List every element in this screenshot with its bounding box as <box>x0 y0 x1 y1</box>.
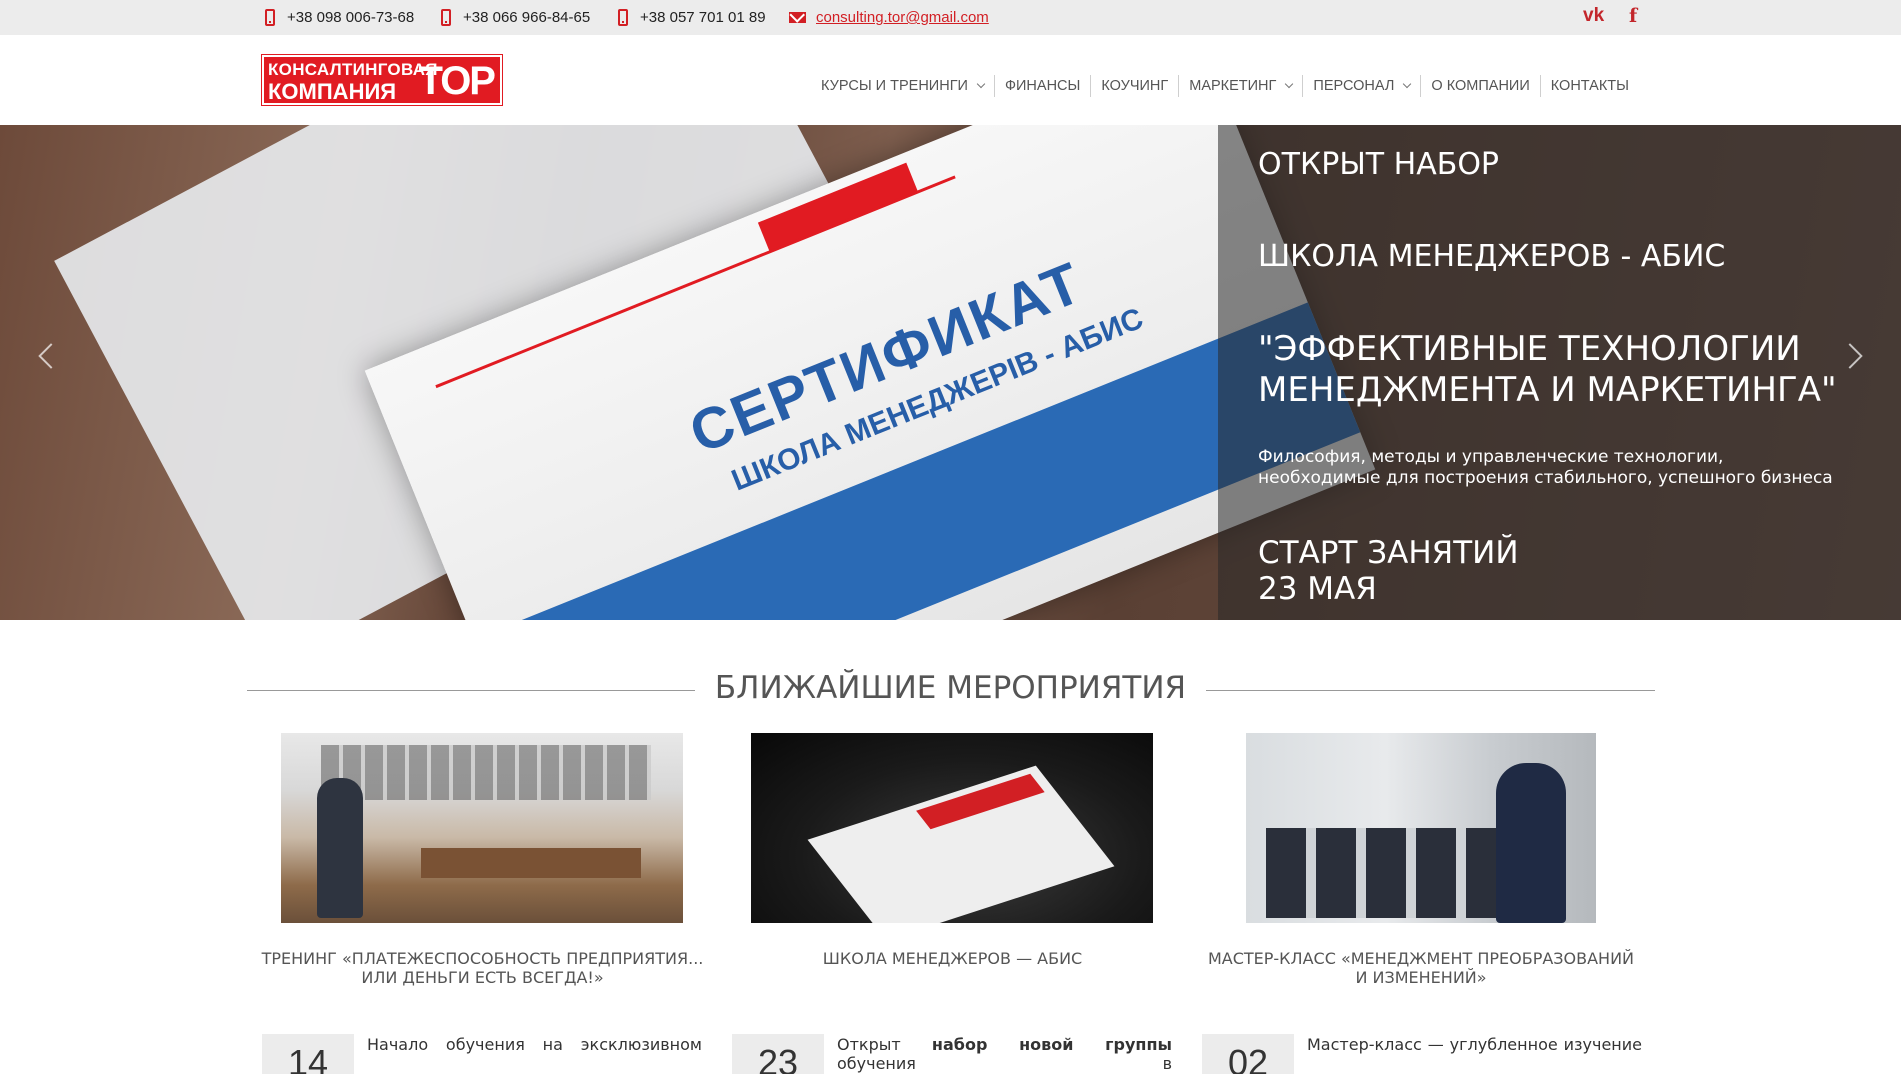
hero-start-line-2: 23 МАЯ <box>1258 571 1377 607</box>
event-1-title[interactable]: ТРЕНИНГ «ПЛАТЕЖЕСПОСОБНОСТЬ ПРЕДПРИЯТИЯ.… <box>255 949 710 987</box>
logo-line-2: КОМПАНИЯ <box>268 79 397 104</box>
nav-coaching[interactable]: КОУЧИНГ <box>1091 78 1178 94</box>
logo-brand: TOP <box>418 59 496 103</box>
event-2-excerpt: Открыт набор новой группы обучения в <box>837 1035 1172 1073</box>
nav-personnel-label: ПЕРСОНАЛ <box>1313 78 1395 94</box>
event-2-title-line-1: ШКОЛА МЕНЕДЖЕРОВ — АБИС <box>822 949 1083 968</box>
hero-course-line-1: "ЭФФЕКТИВНЫЕ ТЕХНОЛОГИИ <box>1258 329 1801 369</box>
slider-prev-arrow-icon[interactable] <box>38 343 64 369</box>
phone-icon <box>441 9 451 26</box>
event-2-excerpt-pre: Открыт <box>837 1035 932 1054</box>
phone-1[interactable]: +38 098 006-73-68 <box>265 9 414 26</box>
event-3-excerpt: Мастер-класс — углубленное изучение <box>1307 1035 1642 1054</box>
title-rule-right <box>1202 690 1655 691</box>
envelope-icon <box>789 12 806 23</box>
chevron-down-icon <box>1285 79 1294 89</box>
nav-about[interactable]: О КОМПАНИИ <box>1421 78 1539 94</box>
hero-start-line-1: СТАРТ ЗАНЯТИЙ <box>1258 535 1519 571</box>
hero-slider: СЕРТИФИКАТ ШКОЛА МЕНЕДЖЕРІВ - АБИС ОТКРЫ… <box>0 125 1901 620</box>
event-3-image[interactable] <box>1246 733 1596 923</box>
phone-3[interactable]: +38 057 701 01 89 <box>618 9 766 26</box>
phone-icon <box>265 9 275 26</box>
event-3-photo-speaker <box>1496 763 1566 923</box>
hero-heading-open: ОТКРЫТ НАБОР <box>1258 147 1500 182</box>
nav-personnel[interactable]: ПЕРСОНАЛ <box>1303 78 1420 94</box>
event-2-image[interactable] <box>751 733 1153 923</box>
event-1-title-line-2: ИЛИ ДЕНЬГИ ЕСТЬ ВСЕГДА!» <box>361 968 604 987</box>
hero-description: Философия, методы и управленческие техно… <box>1258 447 1858 489</box>
phone-1-text: +38 098 006-73-68 <box>287 9 415 26</box>
event-3-title-line-1: МАСТЕР-КЛАСС «МЕНЕДЖМЕНТ ПРЕОБРАЗОВАНИЙ <box>1207 949 1635 968</box>
hero-start-date: СТАРТ ЗАНЯТИЙ 23 МАЯ <box>1258 535 1519 607</box>
event-1-photo-desk <box>421 848 641 878</box>
hero-course-line-2: МЕНЕДЖМЕНТА И МАРКЕТИНГА" <box>1258 370 1837 410</box>
hero-heading-course: "ЭФФЕКТИВНЫЕ ТЕХНОЛОГИИ МЕНЕДЖМЕНТА И МА… <box>1258 329 1858 411</box>
chevron-down-icon <box>976 79 986 89</box>
event-2-excerpt-bold: набор новой группы <box>931 1035 1172 1054</box>
email-contact: consulting.tor@gmail.com <box>789 9 989 26</box>
nav-contacts[interactable]: КОНТАКТЫ <box>1541 78 1639 94</box>
nav-marketing-label: МАРКЕТИНГ <box>1189 78 1277 94</box>
facebook-icon[interactable]: f <box>1629 5 1637 27</box>
event-1-photo-wall <box>321 745 651 800</box>
event-2-photo-notebook <box>807 765 1115 923</box>
logo-line-1: КОНСАЛТИНГОВАЯ <box>268 60 438 79</box>
event-2-excerpt-post: обучения в <box>837 1054 1172 1073</box>
phone-3-text: +38 057 701 01 89 <box>640 9 766 26</box>
nav-coaching-label: КОУЧИНГ <box>1101 78 1169 94</box>
chevron-down-icon <box>1403 79 1412 89</box>
phone-2-text: +38 066 966-84-65 <box>463 9 591 26</box>
site-header: КОНСАЛТИНГОВАЯ КОМПАНИЯ TOP КУРСЫ И ТРЕН… <box>0 35 1901 125</box>
event-2-date-badge: 23 <box>732 1034 824 1074</box>
nav-contacts-label: КОНТАКТЫ <box>1550 78 1629 94</box>
event-3-title-line-2: И ИЗМЕНЕНИЙ» <box>1355 968 1487 987</box>
event-3-photo-audience <box>1266 828 1496 918</box>
nav-finance[interactable]: ФИНАНСЫ <box>995 78 1090 94</box>
event-3-date-badge: 02 <box>1202 1034 1294 1074</box>
event-2-title[interactable]: ШКОЛА МЕНЕДЖЕРОВ — АБИС <box>725 949 1180 968</box>
title-rule-left <box>247 690 700 691</box>
event-1-excerpt: Начало обучения на эксклюзивном <box>367 1035 702 1054</box>
nav-marketing[interactable]: МАРКЕТИНГ <box>1179 78 1302 94</box>
events-section-title: БЛИЖАЙШИЕ МЕРОПРИЯТИЯ <box>0 670 1901 706</box>
top-contact-bar: +38 098 006-73-68 +38 066 966-84-65 +38 … <box>0 0 1901 35</box>
hero-heading-school: ШКОЛА МЕНЕДЖЕРОВ - АБИС <box>1258 239 1726 274</box>
vk-icon[interactable]: vk <box>1583 5 1604 27</box>
nav-courses-label: КУРСЫ И ТРЕНИНГИ <box>821 78 968 94</box>
email-link[interactable]: consulting.tor@gmail.com <box>816 9 989 26</box>
event-1-image[interactable] <box>281 733 683 923</box>
phone-icon <box>618 9 628 26</box>
hero-description-line-2: необходимые для построения стабильного, … <box>1258 468 1833 488</box>
nav-finance-label: ФИНАНСЫ <box>1004 78 1081 94</box>
company-logo[interactable]: КОНСАЛТИНГОВАЯ КОМПАНИЯ TOP <box>261 54 503 106</box>
nav-about-label: О КОМПАНИИ <box>1431 78 1530 94</box>
main-nav: КУРСЫ И ТРЕНИНГИ ФИНАНСЫ КОУЧИНГ МАРКЕТИ… <box>811 75 1639 97</box>
event-1-photo-speaker <box>317 778 363 918</box>
phone-2[interactable]: +38 066 966-84-65 <box>441 9 590 26</box>
event-1-date-badge: 14 <box>262 1034 354 1074</box>
events-heading: БЛИЖАЙШИЕ МЕРОПРИЯТИЯ <box>694 670 1207 706</box>
event-3-title[interactable]: МАСТЕР-КЛАСС «МЕНЕДЖМЕНТ ПРЕОБРАЗОВАНИЙ … <box>1196 949 1646 987</box>
nav-courses[interactable]: КУРСЫ И ТРЕНИНГИ <box>811 78 994 94</box>
hero-description-line-1: Философия, методы и управленческие техно… <box>1258 447 1724 467</box>
event-1-title-line-1: ТРЕНИНГ «ПЛАТЕЖЕСПОСОБНОСТЬ ПРЕДПРИЯТИЯ.… <box>261 949 704 968</box>
